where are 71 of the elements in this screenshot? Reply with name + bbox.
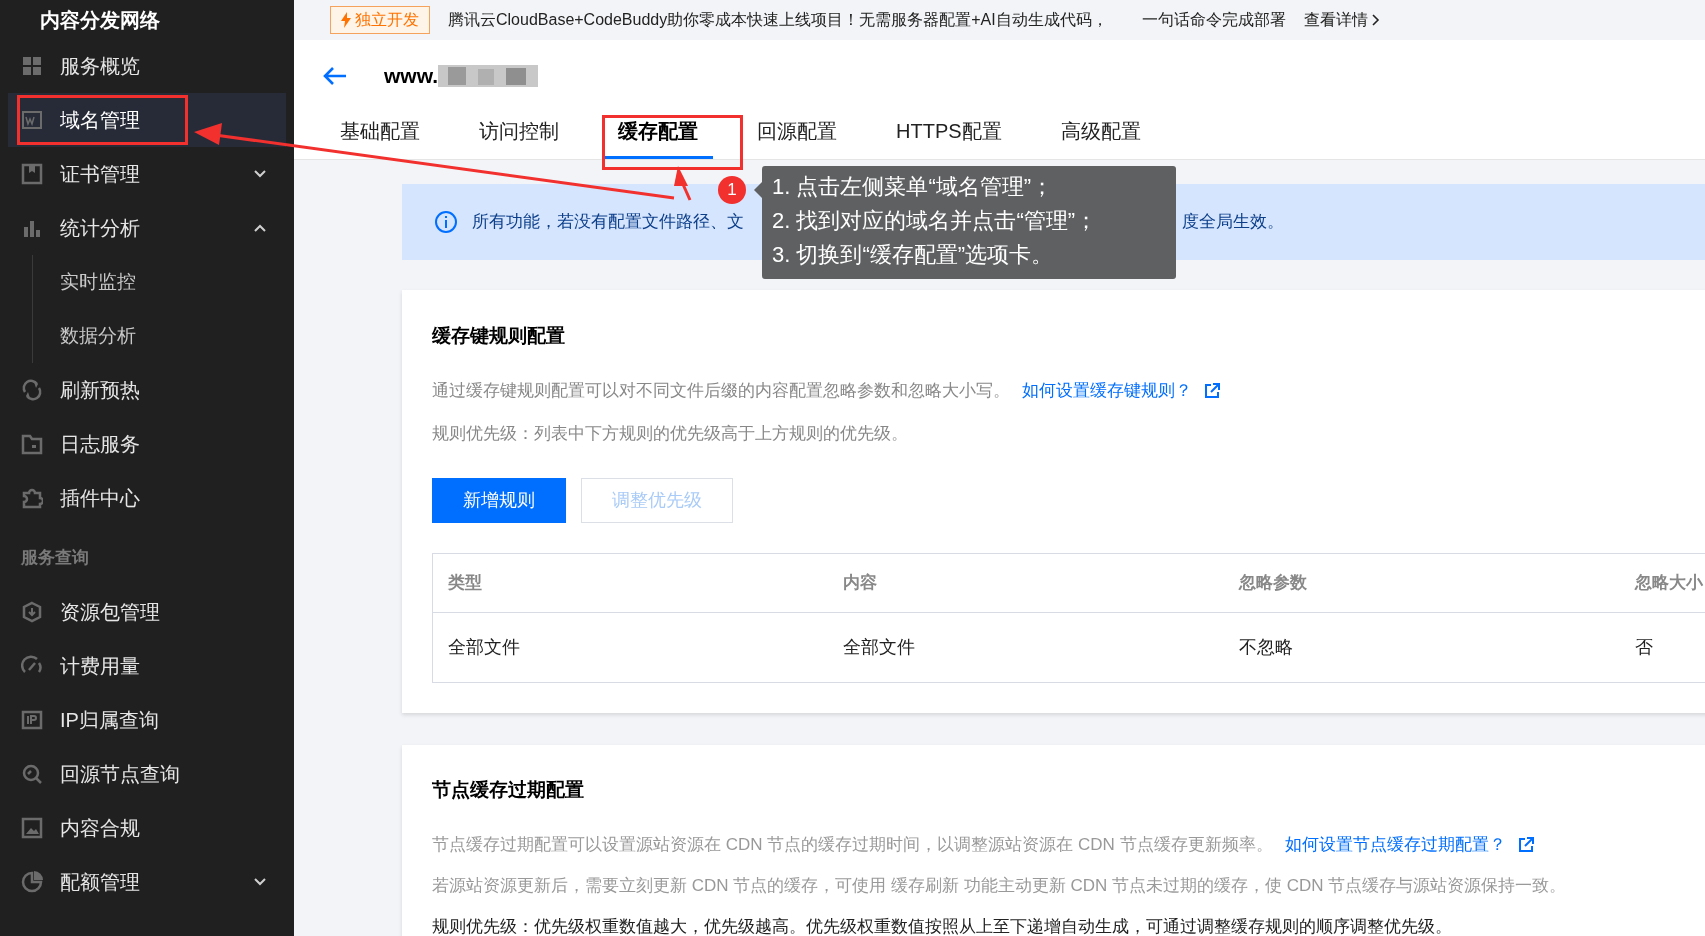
grid-icon	[21, 55, 43, 77]
table-cell-text: 不忽略	[1238, 636, 1294, 659]
help-link[interactable]: 如何设置节点缓存过期配置？	[1284, 831, 1506, 858]
folder-icon	[21, 433, 43, 455]
sidebar-item[interactable]: 回源节点查询	[8, 747, 286, 801]
tooltip-line: 1. 点击左侧菜单“域名管理”；	[772, 173, 1055, 201]
sidebar-item[interactable]: 证书管理	[8, 147, 286, 201]
sidebar-item[interactable]: 实时监控	[8, 255, 286, 309]
tab[interactable]: 基础配置	[325, 112, 435, 159]
column-header: 忽略大小	[1633, 572, 1704, 595]
tab[interactable]: 高级配置	[1045, 112, 1156, 159]
promo-text: 一句话命令完成部署	[1141, 10, 1286, 30]
sidebar-item[interactable]: 数据分析	[8, 309, 286, 363]
paragraph: 若源站资源更新后，需要立刻更新 CDN 节点的缓存，可使用 缓存刷新 功能主动更新 CDN 节点未过期的缓存，使 CDN 节点缓存与源站资源保持一致。	[432, 874, 1567, 897]
card-title: 缓存键规则配置	[432, 324, 566, 348]
external-link-icon[interactable]	[1517, 836, 1534, 853]
table-cell-text: 全部文件	[842, 636, 916, 659]
chevron-right-icon	[1371, 14, 1380, 26]
refresh-icon	[21, 379, 43, 401]
external-link-icon[interactable]	[1204, 383, 1220, 399]
tab[interactable]: 缓存配置	[603, 112, 713, 159]
sidebar-item[interactable]: 配额管理	[8, 855, 286, 909]
table-cell-text: 全部文件	[447, 636, 521, 659]
sidebar-item[interactable]: 日志服务	[8, 417, 286, 471]
sidebar-item[interactable]: 内容合规	[8, 801, 286, 855]
help-link[interactable]: 如何设置缓存键规则？	[1022, 378, 1192, 404]
info-icon	[434, 210, 458, 234]
card-title: 节点缓存过期配置	[432, 778, 585, 802]
web-window-icon	[21, 109, 43, 131]
search-icon	[21, 763, 43, 785]
domain-name: www.	[384, 63, 439, 90]
column-header: 类型	[447, 572, 483, 595]
lightning-icon	[341, 12, 351, 28]
sidebar-item[interactable]: 计费用量	[8, 639, 286, 693]
button[interactable]: 新增规则	[432, 478, 566, 523]
back-arrow-icon[interactable]	[322, 65, 348, 87]
card-description: 通过缓存键规则配置可以对不同文件后缀的内容配置忽略参数和忽略大小写。	[432, 380, 1010, 403]
notice-text: 所有功能，若没有配置文件路径、文	[472, 211, 744, 234]
paragraph: 规则优先级：优先级权重数值越大，优先级越高。优先级权重数值按照从上至下递增自动生成，可通过调整缓存规则的顺序调整优先级。	[432, 915, 1452, 936]
caret-icon	[254, 224, 266, 232]
image-icon	[21, 817, 43, 839]
tooltip-line: 2. 找到对应的域名并点击“管理”；	[772, 207, 1099, 235]
caret-icon	[254, 878, 266, 886]
column-header: 忽略参数	[1237, 572, 1308, 595]
notice-text: 度全局生效。	[1182, 211, 1284, 234]
section-heading: 服务查询	[20, 547, 90, 570]
product-title: 内容分发网络	[40, 7, 160, 33]
tab[interactable]: 访问控制	[464, 112, 574, 159]
details-link[interactable]: 查看详情	[1303, 4, 1380, 36]
column-header: 内容	[842, 572, 878, 595]
sidebar-item[interactable]: 资源包管理	[8, 585, 286, 639]
tab[interactable]: 回源配置	[742, 112, 852, 159]
paragraph: 节点缓存过期配置可以设置源站资源在 CDN 节点的缓存过期时间，以调整源站资源在 CDN 节点缓存更新频率。	[432, 833, 1273, 856]
sidebar-item[interactable]: 插件中心	[8, 471, 286, 525]
priority-note: 规则优先级：列表中下方规则的优先级高于上方规则的优先级。	[432, 423, 909, 445]
tooltip-line: 3. 切换到“缓存配置”选项卡。	[772, 241, 1055, 269]
ip-icon	[21, 709, 43, 731]
sidebar-item[interactable]: 刷新预热	[8, 363, 286, 417]
certificate-icon	[21, 163, 43, 185]
sidebar-item[interactable]: 统计分析	[8, 201, 286, 255]
table-cell-text: 否	[1634, 636, 1654, 659]
sidebar-item[interactable]: IP归属查询	[8, 693, 286, 747]
promo-badge: 独立开发	[330, 6, 430, 34]
sidebar-item[interactable]: 服务概览	[8, 39, 286, 93]
package-icon	[21, 601, 43, 623]
pie-chart-icon	[21, 871, 43, 893]
puzzle-icon	[21, 487, 43, 509]
caret-icon	[254, 170, 266, 178]
step-badge: 1	[718, 176, 746, 204]
promo-text: 腾讯云CloudBase+CodeBuddy助你零成本快速上线项目！无需服务器配置+AI自动生成代码，	[448, 10, 1108, 30]
tab[interactable]: HTTPS配置	[881, 112, 1017, 159]
